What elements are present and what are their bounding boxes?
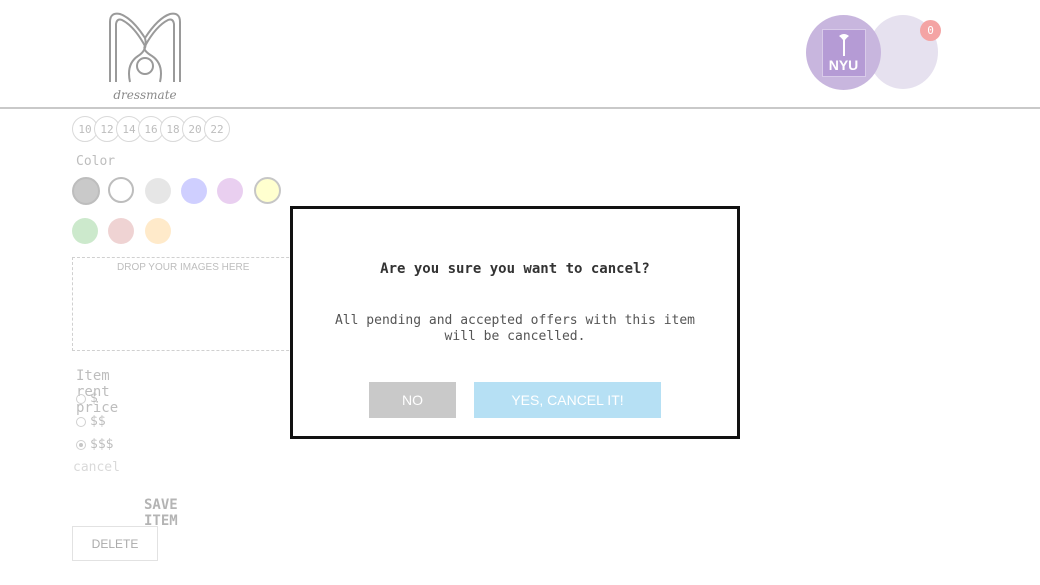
dialog-message-line: will be cancelled. bbox=[444, 329, 586, 344]
dialog-message-line: All pending and accepted offers with thi… bbox=[334, 313, 696, 328]
color-swatch-pink[interactable] bbox=[108, 218, 134, 244]
nyu-torch-icon: NYU bbox=[821, 28, 866, 77]
save-item-button[interactable]: SAVE ITEM bbox=[144, 497, 178, 529]
color-swatch-blue[interactable] bbox=[181, 178, 207, 204]
dialog-title: Are you sure you want to cancel? bbox=[380, 261, 650, 277]
color-swatch-gray[interactable] bbox=[72, 177, 100, 205]
size-option[interactable]: 22 bbox=[204, 116, 230, 142]
radio-button[interactable] bbox=[76, 393, 86, 404]
image-dropzone[interactable]: DROP YOUR IMAGES HERE bbox=[72, 257, 314, 351]
yes-cancel-button[interactable]: YES, CANCEL IT! bbox=[474, 382, 661, 418]
size-selector: 10 12 14 16 18 20 22 bbox=[72, 116, 230, 142]
cancel-confirm-dialog: Are you sure you want to cancel? All pen… bbox=[290, 206, 740, 439]
color-label: Color bbox=[76, 154, 116, 169]
user-menu[interactable]: NYU 0 bbox=[806, 15, 946, 95]
dialog-message: All pending and accepted offers with thi… bbox=[313, 313, 717, 345]
price-option[interactable]: $$$ bbox=[76, 437, 113, 452]
price-option[interactable]: $ bbox=[76, 391, 98, 406]
torch-icon bbox=[838, 33, 849, 56]
color-swatch-lightgray[interactable] bbox=[145, 178, 171, 204]
price-option-label: $$$ bbox=[90, 437, 114, 452]
color-swatch-peach[interactable] bbox=[145, 218, 171, 244]
color-swatch-purple[interactable] bbox=[217, 178, 243, 204]
dressmate-logo-mark bbox=[109, 12, 181, 83]
logo-wordmark: dressmate bbox=[113, 88, 177, 102]
price-option[interactable]: $$ bbox=[76, 414, 106, 429]
dressmate-logo[interactable]: dressmate bbox=[104, 8, 186, 104]
color-swatch-yellow[interactable] bbox=[254, 177, 281, 204]
app-header: dressmate NYU 0 bbox=[0, 0, 1040, 109]
radio-button-selected[interactable] bbox=[76, 439, 86, 450]
price-option-label: $ bbox=[90, 391, 98, 406]
price-option-label: $$ bbox=[90, 414, 106, 429]
color-swatch-white[interactable] bbox=[108, 177, 134, 203]
no-button[interactable]: NO bbox=[369, 382, 456, 418]
color-swatch-green[interactable] bbox=[72, 218, 98, 244]
avatar[interactable]: NYU bbox=[806, 15, 881, 90]
avatar-label: NYU bbox=[828, 56, 859, 73]
cancel-link[interactable]: cancel bbox=[73, 460, 120, 475]
dropzone-text: DROP YOUR IMAGES HERE bbox=[117, 262, 250, 273]
notification-badge[interactable]: 0 bbox=[920, 20, 941, 41]
delete-button[interactable]: DELETE bbox=[72, 526, 158, 561]
radio-button[interactable] bbox=[76, 416, 86, 427]
